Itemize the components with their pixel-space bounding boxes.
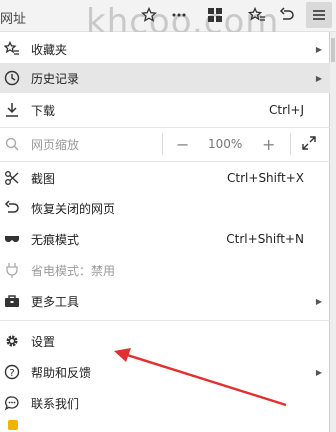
annotation-arrow	[114, 348, 287, 407]
